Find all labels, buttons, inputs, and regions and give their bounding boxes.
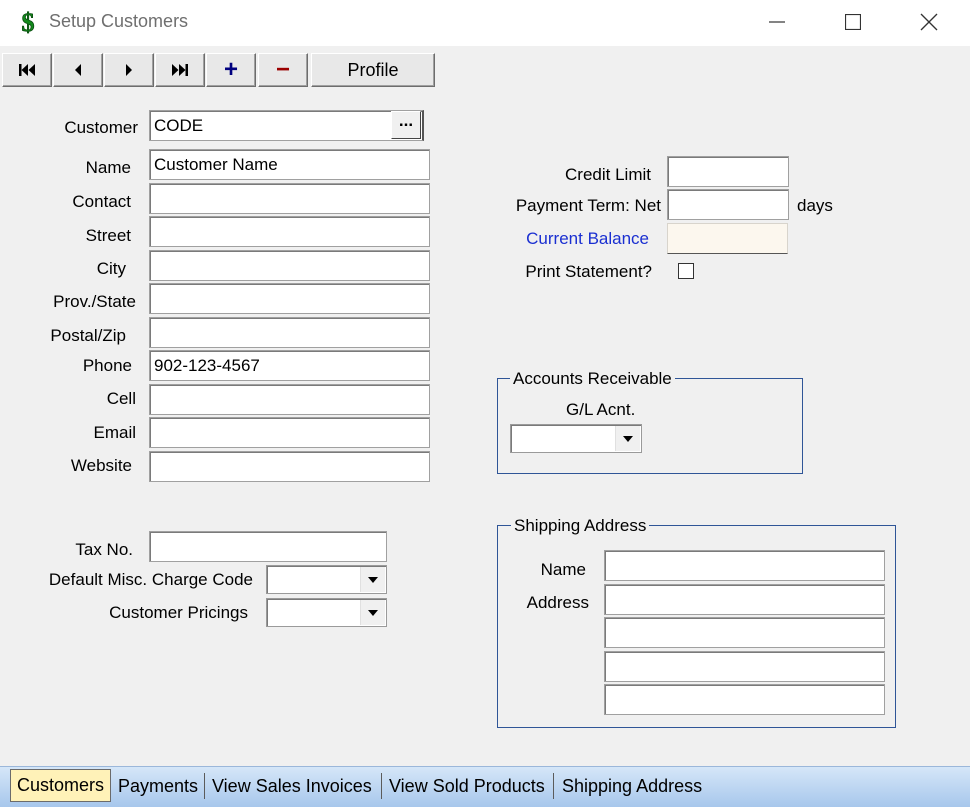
contact-label: Contact: [72, 192, 131, 211]
shipping-name-label: Name: [540, 560, 586, 579]
prov-state-field[interactable]: [149, 283, 430, 314]
dollar-sign-green-icon: $: [15, 8, 41, 36]
city-label: City: [96, 259, 126, 278]
dropdown-arrow-icon[interactable]: [615, 426, 640, 451]
postal-zip-field[interactable]: [149, 317, 430, 348]
triangle-right-icon: [126, 64, 132, 76]
tab-view-sales-invoices[interactable]: View Sales Invoices: [212, 772, 372, 800]
payment-term-field[interactable]: [667, 189, 789, 220]
shipping-address-line-2[interactable]: [604, 617, 885, 648]
payment-term-label: Payment Term: Net: [515, 196, 661, 215]
prov-state-label: Prov./State: [53, 292, 136, 311]
tab-shipping-address[interactable]: Shipping Address: [562, 772, 702, 800]
shipping-address-line-3[interactable]: [604, 651, 885, 682]
shipping-address-line-4[interactable]: [604, 684, 885, 715]
shipping-address-title: Shipping Address: [511, 516, 650, 536]
cell-label: Cell: [106, 389, 136, 408]
previous-record-button[interactable]: [53, 53, 103, 87]
maximize-icon: [845, 14, 861, 30]
print-statement-checkbox[interactable]: [678, 263, 694, 279]
delete-record-button[interactable]: −: [258, 53, 308, 87]
current-balance-field: [667, 223, 788, 254]
next-record-button[interactable]: [104, 53, 154, 87]
days-label: days: [797, 196, 833, 215]
profile-button[interactable]: Profile: [311, 53, 435, 87]
tab-separator: [553, 773, 554, 799]
customer-pricings-select[interactable]: [266, 598, 387, 627]
tab-bar: Customers Payments View Sales Invoices V…: [0, 766, 970, 807]
email-field[interactable]: [149, 417, 430, 448]
postal-zip-label: Postal/Zip: [50, 326, 126, 345]
website-label: Website: [70, 456, 132, 475]
credit-limit-label: Credit Limit: [565, 165, 651, 184]
tab-payments[interactable]: Payments: [118, 772, 198, 800]
shipping-address-label: Address: [526, 593, 589, 612]
last-record-button[interactable]: [155, 53, 205, 87]
dropdown-arrow-icon[interactable]: [360, 567, 385, 592]
tab-separator: [204, 773, 205, 799]
title-bar: $ Setup Customers: [0, 0, 970, 46]
current-balance-label[interactable]: Current Balance: [480, 229, 649, 249]
skip-first-icon: [19, 64, 35, 76]
minimize-icon: [769, 21, 785, 23]
print-statement-label: Print Statement?: [525, 262, 652, 281]
tax-no-label: Tax No.: [75, 540, 133, 559]
email-label: Email: [93, 423, 136, 442]
name-field[interactable]: Customer Name: [149, 149, 430, 180]
contact-field[interactable]: [149, 183, 430, 214]
misc-charge-select[interactable]: [266, 565, 387, 594]
maximize-button[interactable]: [830, 6, 876, 38]
misc-charge-label: Default Misc. Charge Code: [48, 570, 253, 589]
tab-view-sold-products[interactable]: View Sold Products: [389, 772, 545, 800]
shipping-address-line-1[interactable]: [604, 584, 885, 615]
customer-code-value: CODE: [154, 116, 204, 135]
dropdown-arrow-icon[interactable]: [360, 600, 385, 625]
phone-label: Phone: [82, 356, 132, 375]
accounts-receivable-title: Accounts Receivable: [510, 369, 675, 389]
shipping-name-field[interactable]: [604, 550, 885, 581]
customer-pricings-label: Customer Pricings: [109, 603, 248, 622]
street-field[interactable]: [149, 216, 430, 247]
close-button[interactable]: [906, 6, 952, 38]
cell-field[interactable]: [149, 384, 430, 415]
tab-separator: [381, 773, 382, 799]
window-title: Setup Customers: [49, 11, 189, 31]
customer-code-field[interactable]: CODE: [149, 110, 424, 141]
gl-account-select[interactable]: [510, 424, 642, 453]
city-field[interactable]: [149, 250, 430, 281]
svg-text:$: $: [22, 8, 35, 36]
add-record-button[interactable]: +: [206, 53, 256, 87]
first-record-button[interactable]: [2, 53, 52, 87]
customer-label: Customer: [64, 118, 138, 137]
phone-field[interactable]: 902-123-4567: [149, 350, 430, 381]
minimize-button[interactable]: [754, 6, 800, 38]
name-label: Name: [85, 158, 131, 177]
credit-limit-field[interactable]: [667, 156, 789, 187]
triangle-left-icon: [75, 64, 81, 76]
tax-no-field[interactable]: [149, 531, 387, 562]
street-label: Street: [85, 226, 131, 245]
skip-last-icon: [172, 64, 188, 76]
tab-customers[interactable]: Customers: [10, 769, 112, 802]
gl-account-label: G/L Acnt.: [566, 400, 636, 419]
close-icon: [920, 13, 938, 31]
website-field[interactable]: [149, 451, 430, 482]
customer-lookup-button[interactable]: ...: [391, 111, 421, 139]
